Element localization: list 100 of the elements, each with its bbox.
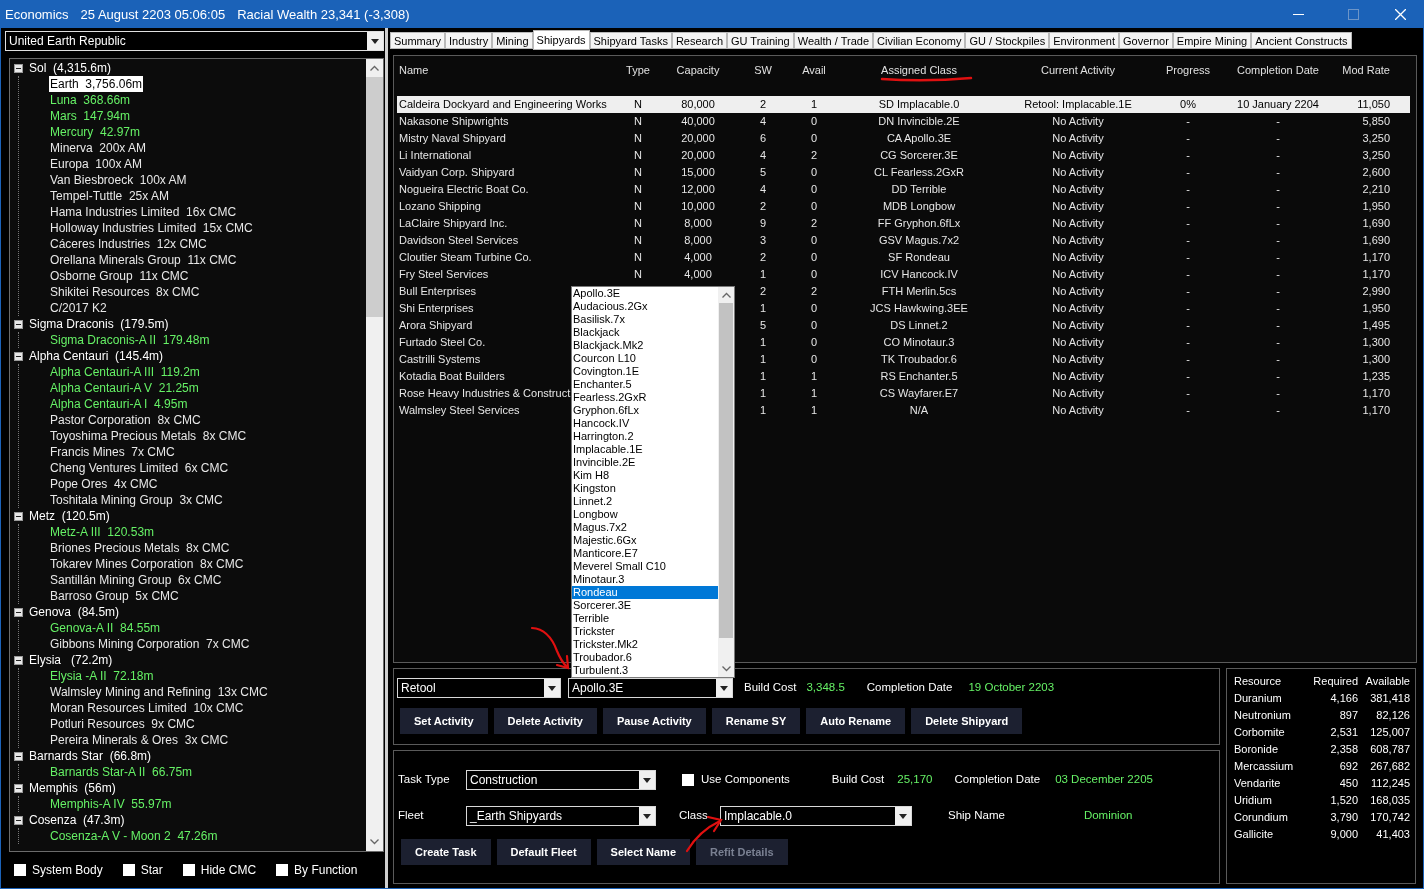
tab[interactable]: Research bbox=[671, 32, 727, 49]
dropdown-option[interactable]: Blackjack.Mk2 bbox=[572, 339, 718, 352]
tree-item[interactable]: Orellana Minerals Group 11x CMC bbox=[49, 252, 238, 268]
tree-item[interactable]: Francis Mines 7x CMC bbox=[49, 444, 176, 460]
tree-item[interactable]: Osborne Group 11x CMC bbox=[49, 268, 190, 284]
action-button[interactable]: Set Activity bbox=[400, 708, 488, 734]
collapse-icon[interactable] bbox=[14, 319, 23, 329]
scrollbar[interactable] bbox=[718, 287, 734, 677]
tree-item[interactable]: Alpha Centauri-A V 21.25m bbox=[49, 380, 200, 396]
dropdown-option[interactable]: Kingston bbox=[572, 482, 718, 495]
tree-item[interactable]: Europa 100x AM bbox=[49, 156, 144, 172]
class-select[interactable]: Apollo.3E bbox=[568, 678, 733, 698]
tree-item[interactable]: Briones Precious Metals 8x CMC bbox=[49, 540, 231, 556]
dropdown-option[interactable]: Invincible.2E bbox=[572, 456, 718, 469]
column-header[interactable]: SW bbox=[738, 61, 788, 79]
tree-item[interactable]: Toyoshima Precious Metals 8x CMC bbox=[49, 428, 248, 444]
dropdown-option[interactable]: Apollo.3E bbox=[572, 287, 718, 300]
tree-item[interactable]: C/2017 K2 bbox=[49, 300, 108, 316]
tab[interactable]: Ancient Constructs bbox=[1251, 32, 1352, 49]
scroll-down-icon[interactable] bbox=[370, 839, 379, 845]
tab[interactable]: Shipyard Tasks bbox=[589, 32, 672, 49]
tree-item[interactable]: Pereira Minerals & Ores 3x CMC bbox=[49, 732, 230, 748]
column-header[interactable]: Name bbox=[397, 61, 618, 79]
dropdown-option[interactable]: Magus.7x2 bbox=[572, 521, 718, 534]
collapse-icon[interactable] bbox=[14, 511, 23, 521]
tree-item[interactable]: Shikitei Resources 8x CMC bbox=[49, 284, 201, 300]
dropdown-option[interactable]: Enchanter.5 bbox=[572, 378, 718, 391]
dropdown-option[interactable]: Longbow bbox=[572, 508, 718, 521]
tab[interactable]: Governor bbox=[1119, 32, 1173, 49]
tree-item[interactable]: Tokarev Mines Corporation 8x CMC bbox=[49, 556, 245, 572]
selected-row-highlight[interactable]: Caldeira Dockyard and Engineering Works N 80,000 2 1 SD Implacable.0 Retool: Implacable.1E 0% 10 January 2204 11,050 bbox=[397, 96, 1410, 113]
checkbox[interactable] bbox=[276, 864, 289, 876]
tree-item[interactable]: Metz-A III 120.53m bbox=[49, 524, 156, 540]
tree-item[interactable]: Santillán Mining Group 6x CMC bbox=[49, 572, 223, 588]
action-button[interactable]: Delete Shipyard bbox=[911, 708, 1023, 734]
action-button[interactable]: Default Fleet bbox=[496, 839, 591, 865]
column-header[interactable]: Type bbox=[618, 61, 658, 79]
collapse-icon[interactable] bbox=[14, 783, 23, 793]
tree-item[interactable]: Cheng Ventures Limited 6x CMC bbox=[49, 460, 230, 476]
checkbox[interactable] bbox=[182, 864, 195, 876]
dropdown-option[interactable]: Basilisk.7x bbox=[572, 313, 718, 326]
dropdown-option[interactable]: Trickster.Mk2 bbox=[572, 638, 718, 651]
tree-item[interactable]: Minerva 200x AM bbox=[49, 140, 148, 156]
tree-item[interactable]: Mars 147.94m bbox=[49, 108, 132, 124]
task-type-select[interactable]: Construction bbox=[466, 770, 656, 790]
collapse-icon[interactable] bbox=[14, 815, 23, 825]
collapse-icon[interactable] bbox=[14, 655, 23, 665]
tab[interactable]: GU / Stockpiles bbox=[965, 32, 1050, 49]
column-header[interactable]: Avail bbox=[788, 61, 840, 79]
tree-system[interactable]: Metz (120.5m) bbox=[29, 508, 110, 524]
race-select[interactable]: United Earth Republic bbox=[5, 31, 384, 51]
tab[interactable]: Empire Mining bbox=[1172, 32, 1252, 49]
tree-item[interactable]: Cosenza-A V - Moon 2 47.26m bbox=[49, 828, 219, 844]
tab[interactable]: Environment bbox=[1049, 32, 1119, 49]
tree-item[interactable]: Earth 3,756.06m bbox=[49, 76, 144, 92]
tree-system[interactable]: Sigma Draconis (179.5m) bbox=[29, 316, 169, 332]
tab[interactable]: GU Training bbox=[727, 32, 794, 49]
tree-item[interactable]: Tempel-Tuttle 25x AM bbox=[49, 188, 170, 204]
tab[interactable]: Wealth / Trade bbox=[793, 32, 874, 49]
dropdown-option[interactable]: Hancock.IV bbox=[572, 417, 718, 430]
dropdown-option[interactable]: Courcon L10 bbox=[572, 352, 718, 365]
close-icon[interactable] bbox=[1395, 9, 1406, 20]
fleet-select[interactable]: _Earth Shipyards bbox=[466, 806, 656, 826]
dropdown-option[interactable]: Sorcerer.3E bbox=[572, 599, 718, 612]
action-button[interactable]: Delete Activity bbox=[493, 708, 597, 734]
tree-system[interactable]: Memphis (56m) bbox=[29, 780, 116, 796]
dropdown-option[interactable]: Manticore.E7 bbox=[572, 547, 718, 560]
dropdown-option[interactable]: Audacious.2Gx bbox=[572, 300, 718, 313]
checkbox[interactable] bbox=[122, 864, 135, 876]
tab[interactable]: Mining bbox=[492, 32, 533, 49]
dropdown-option[interactable]: Gryphon.6fLx bbox=[572, 404, 718, 417]
tree-item[interactable]: Holloway Industries Limited 15x CMC bbox=[49, 220, 254, 236]
tree-item[interactable]: Barroso Group 5x CMC bbox=[49, 588, 180, 604]
dropdown-option[interactable]: Majestic.6Gx bbox=[572, 534, 718, 547]
dropdown-option[interactable]: Minotaur.3 bbox=[572, 573, 718, 586]
scroll-thumb[interactable] bbox=[719, 303, 733, 638]
dropdown-option[interactable]: Trickster bbox=[572, 625, 718, 638]
tree-item[interactable]: Sigma Draconis-A II 179.48m bbox=[49, 332, 211, 348]
tree-item[interactable]: Alpha Centauri-A III 119.2m bbox=[49, 364, 201, 380]
checkbox[interactable] bbox=[14, 864, 26, 876]
scroll-up-icon[interactable] bbox=[721, 292, 731, 298]
action-button[interactable]: Create Task bbox=[401, 839, 491, 865]
column-header[interactable]: Progress bbox=[1158, 61, 1218, 79]
dropdown-option[interactable]: Linnet.2 bbox=[572, 495, 718, 508]
tree-system[interactable]: Genova (84.5m) bbox=[29, 604, 120, 620]
dropdown-option[interactable]: Kim H8 bbox=[572, 469, 718, 482]
tree-item[interactable]: Van Biesbroeck 100x AM bbox=[49, 172, 188, 188]
action-button[interactable]: Rename SY bbox=[711, 708, 801, 734]
column-header[interactable]: Assigned Class bbox=[840, 61, 998, 79]
collapse-icon[interactable] bbox=[14, 351, 23, 361]
tree-item[interactable]: Hama Industries Limited 16x CMC bbox=[49, 204, 238, 220]
tree-system[interactable]: Barnards Star (66.8m) bbox=[29, 748, 152, 764]
tab[interactable]: Summary bbox=[390, 32, 446, 49]
collapse-icon[interactable] bbox=[14, 607, 23, 617]
tree-item[interactable]: Luna 368.66m bbox=[49, 92, 132, 108]
dropdown-option[interactable]: Troubador.6 bbox=[572, 651, 718, 664]
tree-item[interactable]: Alpha Centauri-A I 4.95m bbox=[49, 396, 189, 412]
tree-item[interactable]: Memphis-A IV 55.97m bbox=[49, 796, 173, 812]
dropdown-option[interactable]: Turbulent.3 bbox=[572, 664, 718, 677]
class-select[interactable]: Implacable.0 bbox=[720, 806, 912, 826]
